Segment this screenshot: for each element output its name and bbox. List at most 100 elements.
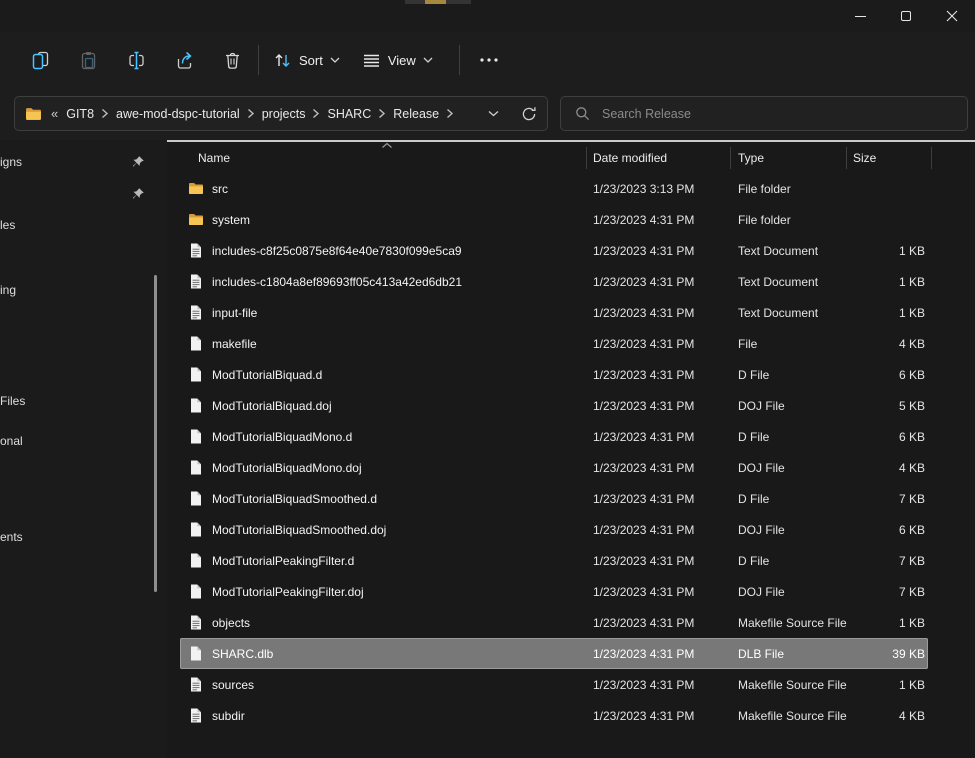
file-row[interactable]: objects 1/23/2023 4:31 PM Makefile Sourc…	[180, 607, 928, 638]
sidebar-item[interactable]: ents	[0, 530, 23, 544]
file-size: 39 KB	[847, 647, 928, 661]
sidebar-item[interactable]: Files	[0, 394, 25, 408]
file-row[interactable]: ModTutorialPeakingFilter.d 1/23/2023 4:3…	[180, 545, 928, 576]
minimize-button[interactable]	[837, 0, 883, 32]
file-name: includes-c1804a8ef89693ff05c413a42ed6db2…	[212, 275, 462, 289]
copy-button[interactable]	[20, 42, 60, 78]
file-date-modified: 1/23/2023 4:31 PM	[587, 678, 731, 692]
search-icon	[575, 106, 590, 121]
sidebar-item[interactable]: igns	[0, 155, 22, 169]
file-date-modified: 1/23/2023 4:31 PM	[587, 430, 731, 444]
file-row[interactable]: ModTutorialBiquadSmoothed.d 1/23/2023 4:…	[180, 483, 928, 514]
breadcrumb-item[interactable]: GIT8	[66, 107, 94, 121]
file-row[interactable]: ModTutorialBiquad.doj 1/23/2023 4:31 PM …	[180, 390, 928, 421]
refresh-icon[interactable]	[521, 106, 537, 122]
tab-folder-icon-fragment	[425, 0, 446, 4]
file-row[interactable]: makefile 1/23/2023 4:31 PM File 4 KB	[180, 328, 928, 359]
file-row[interactable]: ModTutorialPeakingFilter.doj 1/23/2023 4…	[180, 576, 928, 607]
file-type: D File	[731, 492, 847, 506]
file-list-pane: Name Date modified Type Size src 1/23/20…	[167, 140, 975, 758]
sidebar-item[interactable]: les	[0, 218, 15, 232]
paste-button[interactable]	[68, 42, 108, 78]
breadcrumb-item[interactable]: Release	[393, 107, 439, 121]
breadcrumb-item[interactable]: SHARC	[327, 107, 371, 121]
file-row[interactable]: ModTutorialBiquadSmoothed.doj 1/23/2023 …	[180, 514, 928, 545]
sort-button[interactable]: Sort	[265, 42, 348, 78]
file-size: 4 KB	[847, 337, 928, 351]
sidebar-item[interactable]: ing	[0, 283, 16, 297]
command-bar: Sort View	[0, 32, 975, 88]
breadcrumb-overflow[interactable]: «	[51, 106, 58, 121]
sort-icon	[273, 51, 292, 70]
search-box[interactable]	[560, 96, 968, 131]
toolbar-separator	[258, 45, 259, 75]
sidebar-scrollbar[interactable]	[154, 275, 157, 592]
file-type: DOJ File	[731, 461, 847, 475]
file-icon	[188, 367, 204, 382]
file-row[interactable]: ModTutorialBiquadMono.d 1/23/2023 4:31 P…	[180, 421, 928, 452]
file-row[interactable]: includes-c8f25c0875e8f64e40e7830f099e5ca…	[180, 235, 928, 266]
file-date-modified: 1/23/2023 4:31 PM	[587, 306, 731, 320]
file-row[interactable]: includes-c1804a8ef89693ff05c413a42ed6db2…	[180, 266, 928, 297]
file-icon	[188, 584, 204, 599]
breadcrumb-item[interactable]: awe-mod-dspc-tutorial	[116, 107, 240, 121]
rename-button[interactable]	[116, 42, 156, 78]
file-date-modified: 1/23/2023 4:31 PM	[587, 616, 731, 630]
close-icon	[946, 10, 958, 22]
sidebar-item[interactable]: onal	[0, 434, 23, 448]
file-name: subdir	[212, 709, 245, 723]
pin-icon	[131, 187, 145, 201]
column-header-type[interactable]: Type	[731, 147, 847, 169]
folder-icon	[188, 213, 204, 226]
file-date-modified: 1/23/2023 4:31 PM	[587, 523, 731, 537]
breadcrumb-item[interactable]: projects	[262, 107, 306, 121]
chevron-down-icon	[423, 57, 433, 63]
file-type: Makefile Source File	[731, 709, 847, 723]
file-type: DLB File	[731, 647, 847, 661]
file-icon	[188, 460, 204, 475]
file-row[interactable]: system 1/23/2023 4:31 PM File folder	[180, 204, 928, 235]
view-button[interactable]: View	[354, 42, 441, 78]
file-row[interactable]: src 1/23/2023 3:13 PM File folder	[180, 173, 928, 204]
file-name: input-file	[212, 306, 257, 320]
file-icon	[188, 491, 204, 506]
share-button[interactable]	[164, 42, 204, 78]
file-type: D File	[731, 368, 847, 382]
delete-button[interactable]	[212, 42, 252, 78]
file-date-modified: 1/23/2023 4:31 PM	[587, 492, 731, 506]
file-row[interactable]: input-file 1/23/2023 4:31 PM Text Docume…	[180, 297, 928, 328]
file-name: makefile	[212, 337, 257, 351]
column-header-date-modified[interactable]: Date modified	[587, 147, 731, 169]
breadcrumb-chevron-icon	[446, 108, 454, 119]
file-size: 4 KB	[847, 461, 928, 475]
column-header-name[interactable]: Name	[167, 147, 587, 169]
file-row[interactable]: SHARC.dlb 1/23/2023 4:31 PM DLB File 39 …	[180, 638, 928, 669]
file-name: ModTutorialBiquad.doj	[212, 399, 332, 413]
file-type: Text Document	[731, 306, 847, 320]
close-button[interactable]	[929, 0, 975, 32]
file-name: ModTutorialBiquad.d	[212, 368, 322, 382]
file-row[interactable]: subdir 1/23/2023 4:31 PM Makefile Source…	[180, 700, 928, 731]
address-dropdown-chevron-icon[interactable]	[488, 110, 499, 117]
file-type: Text Document	[731, 275, 847, 289]
file-size: 4 KB	[847, 709, 928, 723]
address-bar[interactable]: « GIT8 awe-mod-dspc-tutorial projects SH…	[14, 96, 548, 131]
file-name: ModTutorialPeakingFilter.d	[212, 554, 354, 568]
search-input[interactable]	[602, 107, 902, 121]
file-row[interactable]: ModTutorialBiquad.d 1/23/2023 4:31 PM D …	[180, 359, 928, 390]
file-row[interactable]: sources 1/23/2023 4:31 PM Makefile Sourc…	[180, 669, 928, 700]
file-date-modified: 1/23/2023 4:31 PM	[587, 213, 731, 227]
breadcrumb-chevron-icon	[247, 108, 255, 119]
breadcrumb-chevron-icon	[312, 108, 320, 119]
address-row: « GIT8 awe-mod-dspc-tutorial projects SH…	[0, 88, 975, 140]
maximize-button[interactable]	[883, 0, 929, 32]
file-row[interactable]: ModTutorialBiquadMono.doj 1/23/2023 4:31…	[180, 452, 928, 483]
file-name: ModTutorialBiquadSmoothed.d	[212, 492, 377, 506]
rename-icon	[126, 50, 147, 71]
chevron-down-icon	[330, 57, 340, 63]
file-date-modified: 1/23/2023 4:31 PM	[587, 337, 731, 351]
column-header-size[interactable]: Size	[847, 147, 932, 169]
maximize-icon	[901, 11, 911, 21]
see-more-button[interactable]	[472, 42, 506, 78]
text-document-icon	[188, 708, 204, 723]
